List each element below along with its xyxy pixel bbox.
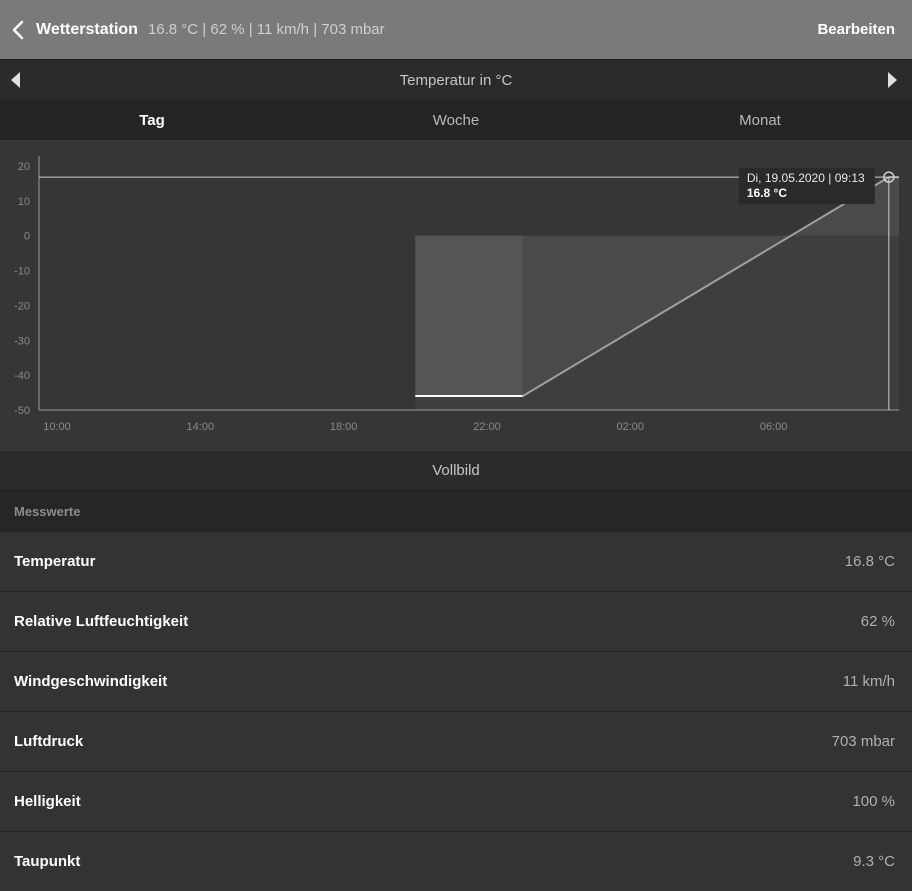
measurement-label: Luftdruck [14, 733, 84, 750]
list-item[interactable]: Windgeschwindigkeit 11 km/h [0, 651, 912, 711]
list-item[interactable]: Luftdruck 703 mbar [0, 711, 912, 771]
y-tick-label: -10 [14, 266, 30, 278]
header-summary: 16.8 °C | 62 % | 11 km/h | 703 mbar [147, 21, 385, 38]
measurement-list: Temperatur 16.8 °C Relative Luftfeuchtig… [0, 531, 912, 891]
y-tick-label: -30 [14, 335, 30, 347]
fullscreen-button[interactable]: Vollbild [0, 450, 912, 491]
previous-chart-button[interactable] [0, 60, 32, 100]
x-tick-label: 14:00 [187, 421, 215, 433]
section-title: Messwerte [0, 491, 912, 531]
chart-title: Temperatur in °C [399, 71, 513, 89]
temperature-chart[interactable]: 20 10 0 -10 -20 -30 -40 -50 10:00 14:00 18:00 22:00… [0, 140, 912, 450]
period-tabs: Tag Woche Monat [0, 100, 912, 140]
y-tick-label: 10 [18, 196, 30, 208]
tab-month[interactable]: Monat [608, 100, 912, 140]
edit-button[interactable]: Bearbeiten [817, 0, 895, 59]
list-item[interactable]: Temperatur 16.8 °C [0, 531, 912, 591]
page-title: Wetterstation [36, 20, 138, 38]
triangle-left-icon [11, 72, 20, 88]
y-tick-label: -20 [14, 300, 30, 312]
chart-svg: 20 10 0 -10 -20 -30 -40 -50 10:00 14:00 18:00 22:00… [14, 156, 899, 433]
chart-title-bar: Temperatur in °C [0, 59, 912, 100]
measurement-label: Helligkeit [14, 793, 81, 810]
chart-highlight-band [415, 235, 523, 397]
tab-week[interactable]: Woche [304, 100, 608, 140]
measurement-value: 11 km/h [842, 673, 895, 690]
measurement-value: 703 mbar [831, 733, 895, 750]
y-tick-label: -40 [14, 370, 30, 382]
list-item[interactable]: Helligkeit 100 % [0, 771, 912, 831]
measurement-value: 9.3 °C [853, 853, 895, 870]
measurement-label: Taupunkt [14, 853, 81, 870]
x-tick-label: 10:00 [43, 421, 71, 433]
top-bar: Wetterstation 16.8 °C | 62 % | 11 km/h |… [0, 0, 912, 59]
x-tick-label: 02:00 [617, 421, 645, 433]
chevron-left-icon [12, 20, 24, 39]
measurement-value: 16.8 °C [844, 553, 895, 570]
measurement-label: Windgeschwindigkeit [14, 673, 168, 690]
triangle-right-icon [888, 72, 897, 88]
y-tick-label: 0 [24, 231, 30, 243]
x-tick-label: 06:00 [760, 421, 788, 433]
measurement-value: 100 % [852, 793, 895, 810]
back-button[interactable] [0, 0, 36, 59]
y-tick-label: -50 [14, 405, 30, 417]
tab-day[interactable]: Tag [0, 100, 304, 140]
x-tick-label: 18:00 [330, 421, 358, 433]
next-chart-button[interactable] [876, 60, 908, 100]
x-tick-label: 22:00 [473, 421, 501, 433]
tooltip-value: 16.8 °C [747, 186, 787, 200]
measurement-label: Relative Luftfeuchtigkeit [14, 613, 189, 630]
measurement-value: 62 % [860, 613, 895, 630]
list-item[interactable]: Taupunkt 9.3 °C [0, 831, 912, 891]
list-item[interactable]: Relative Luftfeuchtigkeit 62 % [0, 591, 912, 651]
y-tick-label: 20 [18, 161, 30, 173]
tooltip-date: Di, 19.05.2020 | 09:13 [747, 171, 865, 185]
measurement-label: Temperatur [14, 553, 96, 570]
